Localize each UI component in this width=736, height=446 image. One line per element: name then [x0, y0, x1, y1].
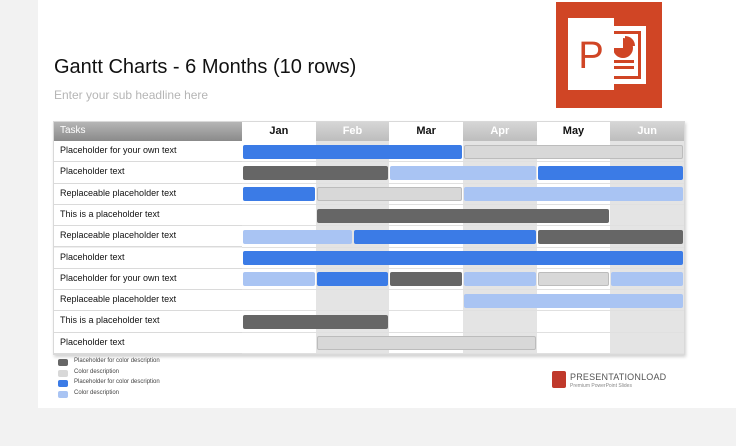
month-header: Apr [463, 122, 537, 141]
gantt-bar [611, 272, 683, 287]
task-label: Replaceable placeholder text [60, 230, 177, 241]
gantt-bar [537, 229, 683, 244]
gantt-bar [243, 144, 462, 159]
slide-subtitle: Enter your sub headline here [54, 88, 209, 102]
gantt-chart: Tasks Jan Feb Mar Apr May Jun Placeholder for… [53, 121, 685, 355]
row-divider [242, 203, 684, 205]
gantt-bar [243, 229, 352, 244]
task-label: Placeholder text [60, 251, 125, 262]
logo-letter: P [578, 35, 603, 77]
task-row: This is a placeholder text [54, 311, 242, 333]
task-row: Placeholder for your own text [54, 268, 242, 291]
row-divider [242, 353, 684, 354]
task-row: Placeholder text [54, 162, 242, 184]
row-divider [242, 310, 684, 312]
task-label: Replaceable placeholder text [60, 187, 177, 198]
gantt-bar [316, 208, 610, 223]
gantt-bar [243, 272, 315, 287]
legend-swatch [58, 369, 68, 377]
gantt-bar [243, 315, 389, 330]
month-header: Jun [610, 122, 684, 141]
task-label: Placeholder text [60, 336, 125, 347]
task-row: Replaceable placeholder text [54, 183, 242, 205]
gantt-bar [464, 272, 536, 287]
brand-tagline: Premium PowerPoint Slides [570, 383, 632, 389]
legend-swatch [58, 359, 68, 366]
presentationload-brand: PRESENTATIONLOAD Premium PowerPoint Slid… [552, 371, 672, 395]
gantt-bar [243, 187, 315, 202]
row-divider [242, 246, 684, 248]
tasks-header: Tasks [54, 122, 242, 141]
legend-swatch [58, 391, 68, 399]
gantt-bar [316, 336, 536, 351]
legend-label: Color description [74, 390, 120, 397]
gantt-bar [537, 272, 610, 287]
gantt-bar [390, 272, 462, 287]
task-row: Placeholder text [54, 332, 242, 354]
presentationload-logo-icon [552, 371, 566, 388]
task-label: Placeholder for your own text [60, 145, 177, 155]
row-divider [242, 225, 684, 227]
task-row: This is a placeholder text [54, 204, 242, 227]
task-label: This is a placeholder text [60, 208, 160, 219]
row-divider [242, 289, 684, 291]
legend-label: Placeholder for color description [74, 358, 160, 364]
task-row: Replaceable placeholder text [54, 290, 242, 312]
powerpoint-logo-icon: P [556, 2, 662, 108]
month-header: Feb [315, 122, 390, 141]
task-row: Replaceable placeholder text [54, 226, 242, 248]
gantt-bar [316, 272, 389, 287]
month-header: May [536, 122, 611, 141]
task-label: Replaceable placeholder text [60, 294, 177, 305]
slide-title: Gantt Charts - 6 Months (10 rows) [54, 56, 357, 78]
gantt-bar [243, 165, 389, 180]
legend-swatch [58, 380, 68, 388]
gantt-bar [316, 187, 462, 202]
task-label: This is a placeholder text [60, 315, 160, 326]
brand-name: PRESENTATIONLOAD [570, 372, 667, 382]
month-header: Mar [389, 122, 463, 141]
gantt-bar [464, 187, 683, 202]
task-label: Placeholder for your own text [60, 272, 177, 283]
legend-label: Placeholder for color description [74, 379, 160, 386]
legend-label: Color description [74, 368, 120, 375]
row-divider [242, 182, 684, 184]
task-row: Placeholder for your own text [54, 141, 242, 163]
gantt-bar [243, 251, 683, 266]
gantt-bar [353, 229, 536, 244]
row-divider [242, 267, 684, 269]
row-divider [242, 161, 684, 163]
gantt-bar [537, 165, 683, 180]
task-row: Placeholder text [54, 247, 242, 269]
gantt-bar [464, 144, 683, 159]
month-header: Jan [242, 122, 316, 141]
row-divider [242, 331, 684, 333]
tasks-header-label: Tasks [60, 125, 86, 136]
gantt-bar [390, 165, 536, 180]
gantt-bar [464, 293, 683, 308]
task-label: Placeholder text [60, 166, 125, 177]
